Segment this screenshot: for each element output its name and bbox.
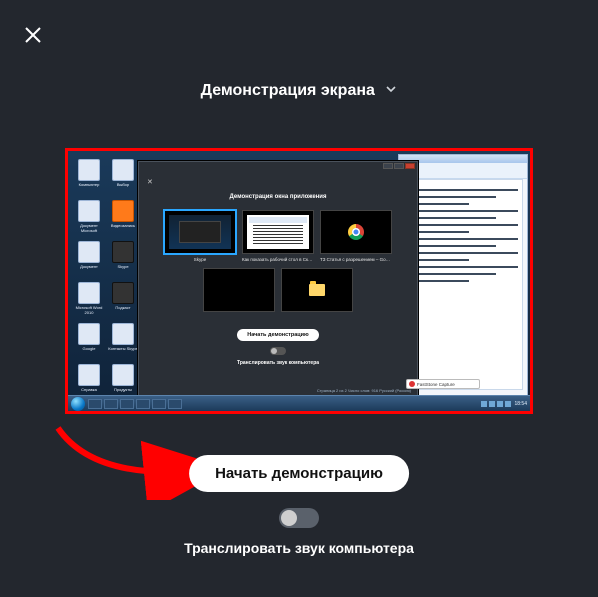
nested-share-modal: ✕ Демонстрация окна приложения Skype Как… (138, 161, 418, 397)
thumb-blank (203, 268, 275, 312)
close-button[interactable] (24, 26, 42, 44)
thumb-folder (281, 268, 353, 312)
nested-audio-toggle (270, 347, 286, 355)
nested-start-button: Начать демонстрацию (237, 329, 319, 341)
nested-close-icon: ✕ (147, 178, 153, 186)
thumb-skype (164, 210, 236, 254)
desktop-icons: Компьютер Выбор Документ Microsoft Видео… (72, 157, 142, 393)
share-mode-label: Демонстрация экрана (201, 82, 375, 99)
start-sharing-button[interactable]: Начать демонстрацию (189, 455, 409, 492)
window-thumbnails: Skype Как показать рабочий стол в Скайпе… (149, 210, 407, 315)
start-button-icon (71, 397, 85, 411)
thumb-doc (242, 210, 314, 254)
toggle-knob (281, 510, 297, 526)
share-mode-dropdown[interactable]: Демонстрация экрана (0, 82, 598, 100)
nested-audio-caption: Транслировать звук компьютера (139, 360, 417, 366)
chevron-down-icon (385, 82, 397, 100)
folder-icon (309, 284, 325, 296)
close-icon (24, 26, 42, 44)
screen-preview[interactable]: Компьютер Выбор Документ Microsoft Видео… (65, 148, 533, 414)
thumb-chrome (320, 210, 392, 254)
faststone-capture-toolbar: FastStone Capture (406, 379, 480, 389)
taskbar: 18:54 (68, 395, 530, 411)
broadcast-audio-label: Транслировать звук компьютера (0, 540, 598, 556)
chrome-icon (348, 224, 364, 240)
nested-header: Демонстрация окна приложения (139, 194, 417, 200)
nested-status-bar: Страница 2 из 2 Число слов: 916 Русский … (317, 388, 411, 393)
taskbar-clock: 18:54 (514, 401, 527, 407)
broadcast-audio-toggle[interactable] (279, 508, 319, 528)
